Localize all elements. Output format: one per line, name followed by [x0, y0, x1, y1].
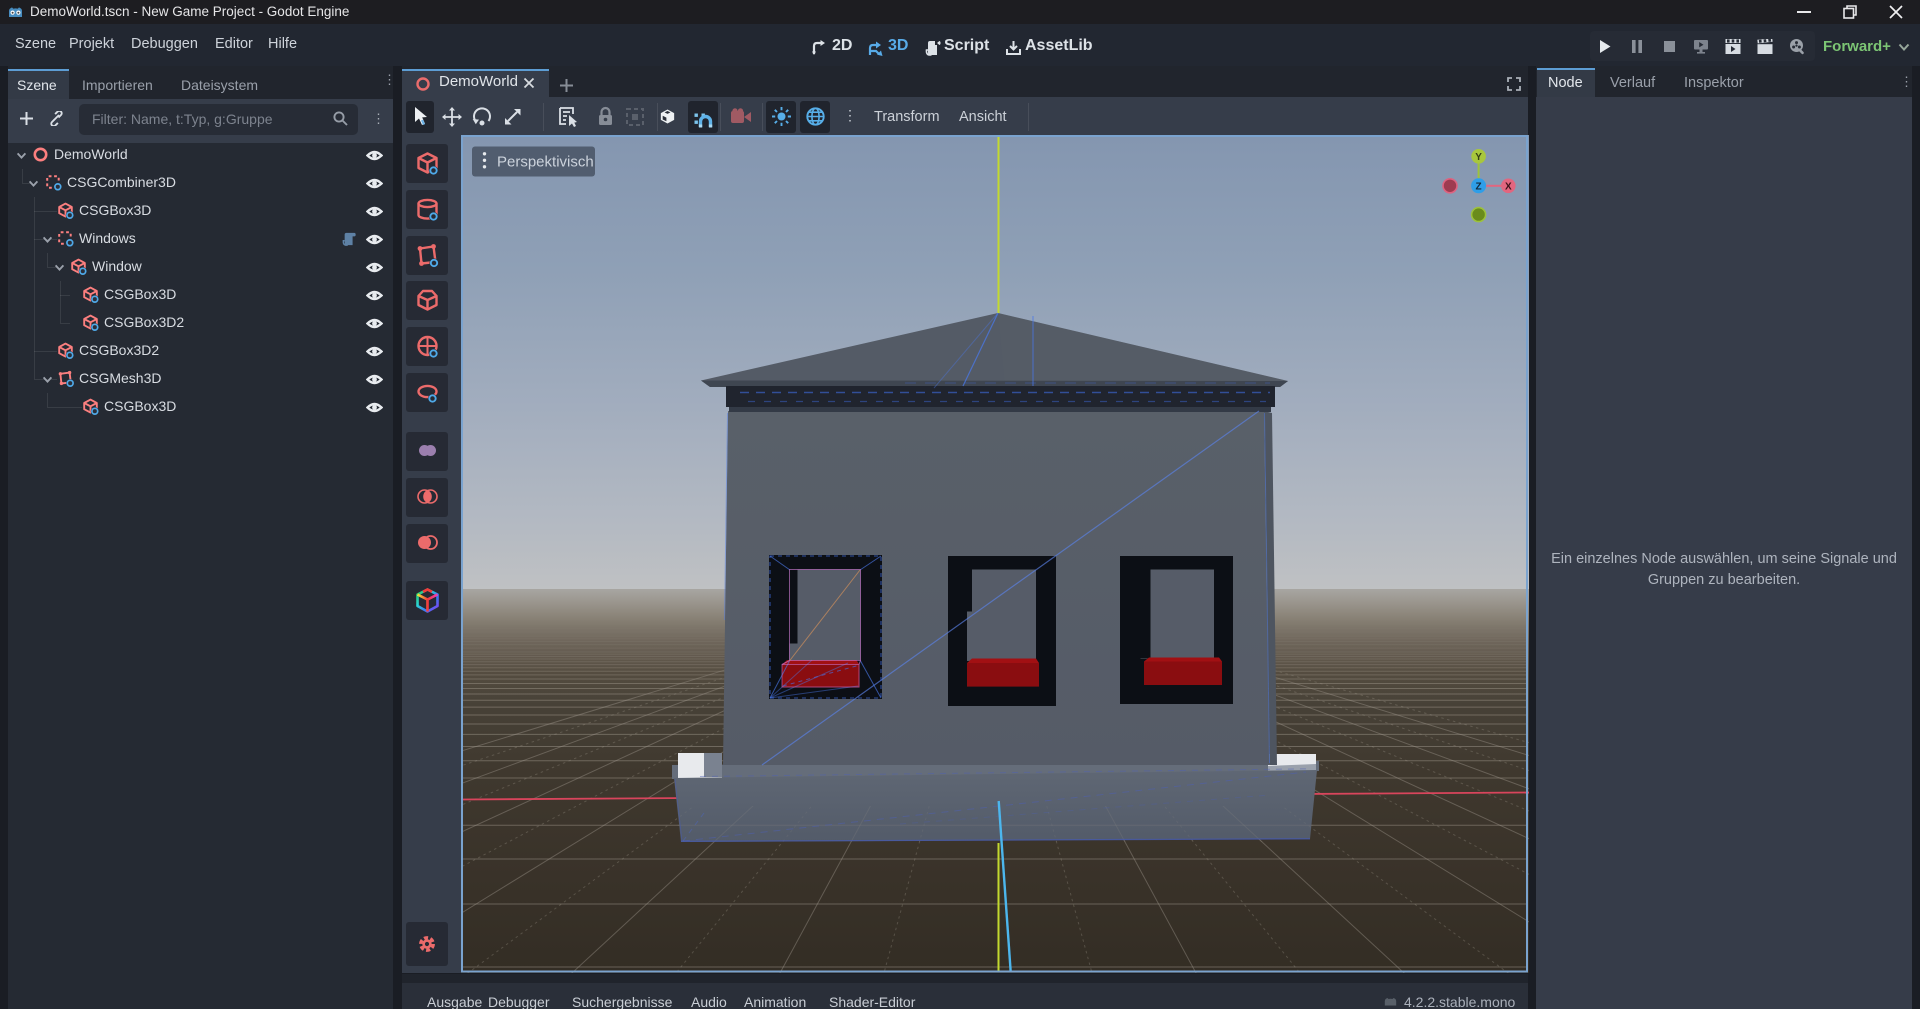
svg-text:Y: Y	[1475, 152, 1482, 163]
svg-text:X: X	[1505, 182, 1512, 193]
svg-text:Perspektivisch: Perspektivisch	[497, 154, 594, 171]
svg-text:Z: Z	[1476, 182, 1482, 193]
